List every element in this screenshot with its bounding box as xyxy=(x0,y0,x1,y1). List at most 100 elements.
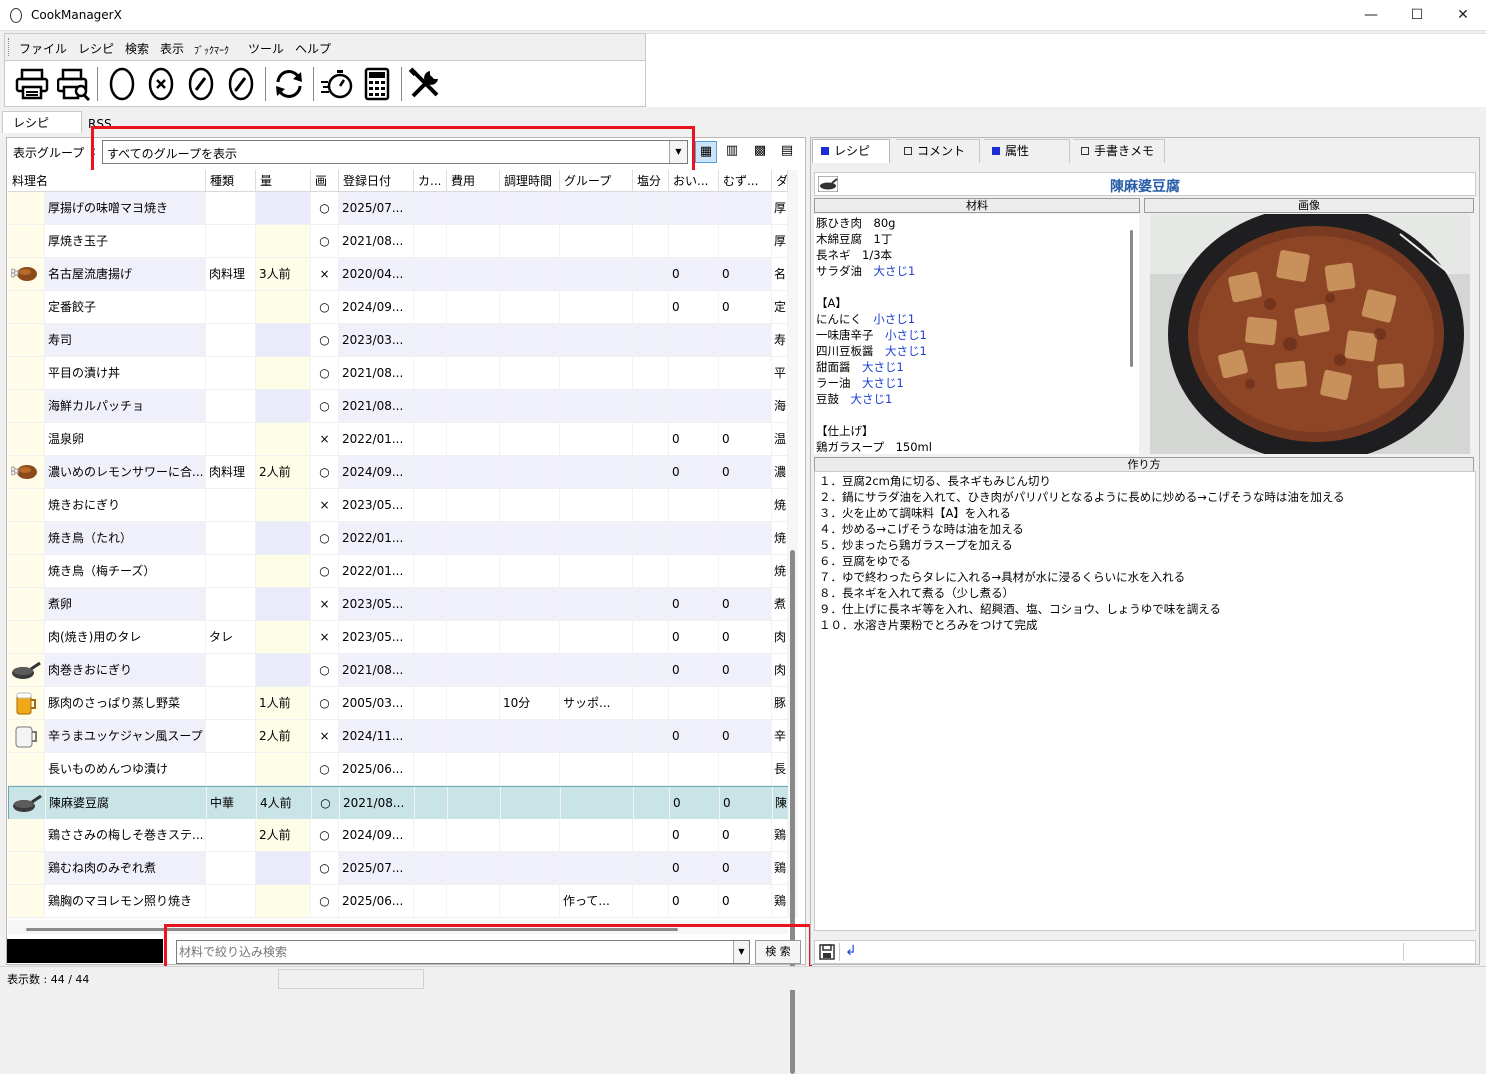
group-select[interactable]: すべてのグループを表示 ▼ xyxy=(102,140,688,164)
table-row[interactable]: 辛うまユッケジャン風スープ 2人前 × 2024/11... 0 0 辛 xyxy=(8,720,788,753)
table-row[interactable]: 温泉卵 × 2022/01... 0 0 温 xyxy=(8,423,788,456)
recipe-extra: 平 xyxy=(772,357,788,389)
recipe-date: 2023/03... xyxy=(339,324,414,356)
menu-help[interactable]: ヘルプ xyxy=(295,40,331,57)
row-icon-cell xyxy=(8,522,45,554)
method-step: １０．水溶き片栗粉でとろみをつけて完成 xyxy=(819,618,1038,632)
table-row[interactable]: 鶏むね肉のみぞれ煮 ○ 2025/07... 0 0 鶏 xyxy=(8,852,788,885)
column-header-category[interactable]: 種類 xyxy=(206,170,256,191)
column-header-salt[interactable]: 塩分 xyxy=(633,170,669,191)
tools-icon[interactable] xyxy=(406,65,444,103)
table-row[interactable]: 平目の漬け丼 ○ 2021/08... 平 xyxy=(8,357,788,390)
print-preview-icon[interactable] xyxy=(55,65,93,103)
ingredient-search-input[interactable] xyxy=(179,943,729,961)
recipe-extra: 寿 xyxy=(772,324,788,356)
table-row[interactable]: 陳麻婆豆腐 中華 4人前 ○ 2021/08... 0 0 陳 xyxy=(8,786,788,819)
menu-view[interactable]: 表示 xyxy=(160,40,184,57)
print-icon[interactable] xyxy=(13,65,51,103)
close-button[interactable]: ✕ xyxy=(1440,0,1486,31)
table-row[interactable]: 焼きおにぎり × 2023/05... 焼 xyxy=(8,489,788,522)
edit-recipe-icon[interactable] xyxy=(182,65,220,103)
menu-tools[interactable]: ツール xyxy=(248,40,284,57)
ingredient-name: にんにく xyxy=(816,312,874,326)
table-row[interactable]: 鶏胸のマヨレモン照り焼き ○ 2025/06... 作って... 0 0 鶏 xyxy=(8,885,788,918)
column-header-name[interactable]: 料理名 xyxy=(8,170,206,191)
tab-recipe-detail[interactable]: レシピ xyxy=(812,139,890,163)
enter-icon[interactable]: ↲ xyxy=(845,943,857,959)
tab-recipe[interactable]: レシピ xyxy=(2,111,82,133)
minimize-button[interactable]: — xyxy=(1348,0,1394,31)
grid-view-icon[interactable]: ▦ xyxy=(695,141,717,163)
column-header-taste[interactable]: おい... xyxy=(669,170,719,191)
detail-view-icon[interactable]: ▤ xyxy=(776,141,798,163)
recipe-time xyxy=(500,522,560,554)
column-view-icon[interactable]: ▥ xyxy=(721,141,743,163)
chevron-down-icon[interactable]: ▼ xyxy=(733,941,749,963)
column-header-time[interactable]: 調理時間 xyxy=(500,170,560,191)
column-header-extra[interactable]: ダ xyxy=(772,170,788,191)
method-step: ２．鍋にサラダ油を入れて、ひき肉がパリパリとなるように長めに炒める→こげそうな時… xyxy=(819,490,1345,504)
recipe-amount: 3人前 xyxy=(256,258,311,290)
recipe-cost xyxy=(447,753,500,785)
column-header-group[interactable]: グループ xyxy=(560,170,633,191)
method-text[interactable]: １．豆腐2cm角に切る、長ネギもみじん切り ２．鍋にサラダ油を入れて、ひき肉がパリ… xyxy=(814,471,1476,931)
toolbar-separator xyxy=(839,943,840,961)
column-header-image[interactable]: 画 xyxy=(311,170,339,191)
table-row[interactable]: 豚肉のさっぱり蒸し野菜 1人前 ○ 2005/03... 10分 サッポ... … xyxy=(8,687,788,720)
recipe-taste: 0 xyxy=(669,852,719,884)
table-row[interactable]: 肉巻きおにぎり ○ 2021/08... 0 0 肉 xyxy=(8,654,788,687)
column-header-cost[interactable]: 費用 xyxy=(447,170,500,191)
save-icon[interactable] xyxy=(819,944,835,960)
table-row[interactable]: 煮卵 × 2023/05... 0 0 煮 xyxy=(8,588,788,621)
table-row[interactable]: 定番餃子 ○ 2024/09... 0 0 定 xyxy=(8,291,788,324)
ingredient-search-combo[interactable]: ▼ xyxy=(176,940,750,964)
menu-bar: ファイル レシピ 検索 表示 ﾌﾞｯｸﾏｰｸ ツール ヘルプ xyxy=(4,33,646,60)
vertical-scrollbar[interactable] xyxy=(788,170,798,1074)
column-header-amount[interactable]: 量 xyxy=(256,170,311,191)
maximize-button[interactable]: ☐ xyxy=(1394,0,1440,31)
timer-icon[interactable] xyxy=(318,65,356,103)
table-row[interactable]: 長いものめんつゆ漬け ○ 2025/06... 長 xyxy=(8,753,788,786)
delete-recipe-icon[interactable] xyxy=(142,65,180,103)
tab-comment[interactable]: コメント xyxy=(896,139,980,163)
chevron-down-icon[interactable]: ▼ xyxy=(669,141,687,163)
tile-view-icon[interactable]: ▩ xyxy=(749,141,771,163)
table-row[interactable]: 濃いめのレモンサワーに合... 肉料理 2人前 ○ 2024/09... 0 0… xyxy=(8,456,788,489)
table-row[interactable]: 焼き鳥（梅チーズ） ○ 2022/01... 焼 xyxy=(8,555,788,588)
toolbar xyxy=(4,60,646,107)
menu-recipe[interactable]: レシピ xyxy=(78,40,114,57)
calculator-icon[interactable] xyxy=(358,65,396,103)
scroll-thumb[interactable] xyxy=(26,928,678,931)
column-header-date[interactable]: 登録日付 xyxy=(339,170,414,191)
ingredients-scroll-thumb[interactable] xyxy=(1130,230,1133,367)
column-header-difficulty[interactable]: むず... xyxy=(719,170,772,191)
table-row[interactable]: 焼き鳥（たれ） ○ 2022/01... 焼 xyxy=(8,522,788,555)
horizontal-scrollbar[interactable] xyxy=(8,920,788,934)
table-row[interactable]: 海鮮カルパッチョ ○ 2021/08... 海 xyxy=(8,390,788,423)
edit-alt-icon[interactable] xyxy=(222,65,260,103)
table-row[interactable]: 厚焼き玉子 ○ 2021/08... 厚 xyxy=(8,225,788,258)
menu-file[interactable]: ファイル xyxy=(19,40,67,57)
recipe-group xyxy=(560,522,633,554)
recipe-salt xyxy=(633,489,669,521)
search-button[interactable]: 検 索 xyxy=(755,940,801,964)
table-row[interactable]: 鶏ささみの梅しそ巻きステ... 2人前 ○ 2024/09... 0 0 鶏 xyxy=(8,819,788,852)
refresh-icon[interactable] xyxy=(270,65,308,103)
table-row[interactable]: 寿司 ○ 2023/03... 寿 xyxy=(8,324,788,357)
ingredients-list[interactable]: 豚ひき肉 80g 木綿豆腐 1丁 長ネギ 1/3本 サラダ油 大さじ1 【A】 にんにく … xyxy=(814,214,1139,454)
table-row[interactable]: 名古屋流唐揚げ 肉料理 3人前 × 2020/04... 0 0 名 xyxy=(8,258,788,291)
tab-attributes[interactable]: 属性 xyxy=(984,139,1070,163)
recipe-amount xyxy=(256,753,311,785)
menu-search[interactable]: 検索 xyxy=(125,40,149,57)
table-row[interactable]: 厚揚げの味噌マヨ焼き ○ 2025/07... 厚 xyxy=(8,192,788,225)
new-recipe-icon[interactable] xyxy=(103,65,141,103)
tab-rss[interactable]: RSS xyxy=(78,113,122,135)
scroll-thumb[interactable] xyxy=(790,550,795,1074)
recipe-photo xyxy=(1150,214,1470,454)
column-header-calorie[interactable]: カ... xyxy=(414,170,447,191)
recipe-cost xyxy=(447,555,500,587)
menu-bookmark[interactable]: ﾌﾞｯｸﾏｰｸ xyxy=(194,42,229,57)
table-row[interactable]: 肉(焼き)用のタレ タレ × 2023/05... 0 0 肉 xyxy=(8,621,788,654)
recipe-time xyxy=(500,753,560,785)
tab-handwritten-memo[interactable]: 手書きメモ xyxy=(1073,139,1165,163)
